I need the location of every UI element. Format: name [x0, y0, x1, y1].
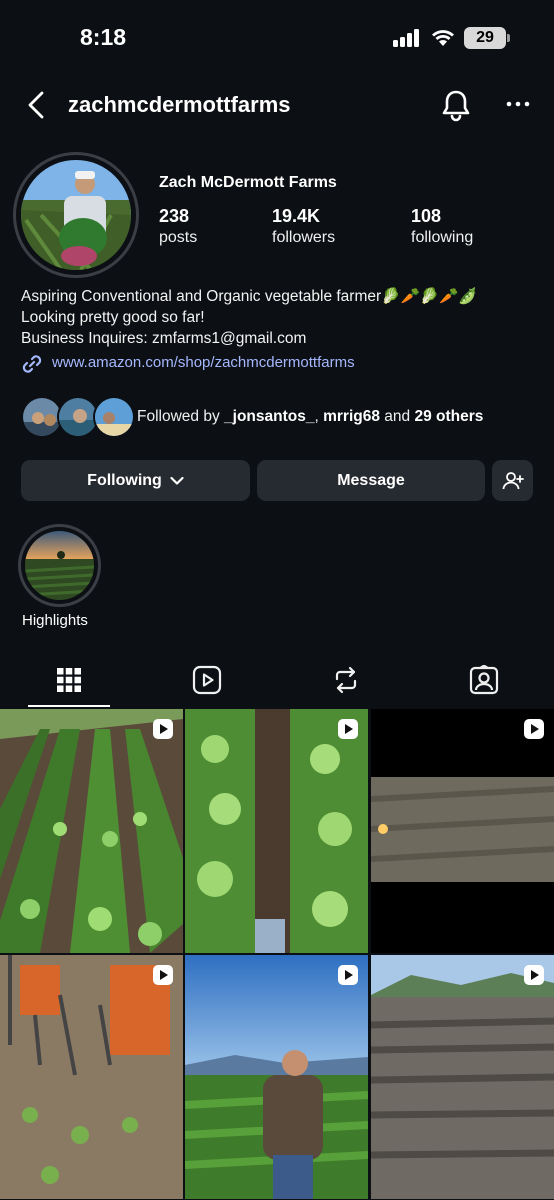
followed-by-row[interactable]: Followed by _jonsantos_, mrrig68 and 29 …	[21, 396, 541, 438]
followers-stat[interactable]: 19.4K followers	[272, 206, 335, 247]
wifi-icon	[432, 30, 454, 46]
tab-reposts[interactable]	[277, 652, 415, 708]
profile-link-text[interactable]: www.amazon.com/shop/zachmcdermottfarms	[52, 354, 355, 371]
reel-badge-icon	[153, 965, 173, 985]
active-tab-indicator	[28, 705, 110, 707]
follower-username[interactable]: mrrig68	[323, 408, 380, 425]
highlight-label: Highlights	[22, 612, 88, 629]
following-label: following	[411, 229, 474, 246]
grid-icon	[57, 668, 81, 692]
followed-by-conjunction: and	[379, 408, 415, 425]
followed-by-separator: ,	[314, 408, 324, 425]
reel-badge-icon	[524, 965, 544, 985]
message-button[interactable]: Message	[257, 460, 485, 501]
post-thumbnail[interactable]	[371, 709, 554, 953]
battery-tip	[507, 34, 510, 42]
tagged-icon	[469, 665, 499, 695]
posts-count: 238	[159, 206, 190, 226]
post-thumbnail[interactable]	[185, 955, 368, 1199]
cellular-signal-icon	[393, 29, 423, 47]
post-thumbnail[interactable]	[0, 709, 183, 953]
following-button[interactable]: Following	[21, 460, 250, 501]
link-icon	[22, 355, 42, 373]
message-button-label: Message	[337, 471, 405, 489]
tab-posts[interactable]	[0, 652, 138, 708]
profile-username: zachmcdermottfarms	[68, 92, 291, 117]
profile-display-name: Zach McDermott Farms	[159, 174, 337, 191]
chevron-down-icon	[170, 476, 184, 485]
follower-avatar	[93, 396, 135, 438]
followers-count: 19.4K	[272, 206, 321, 226]
following-count: 108	[411, 206, 442, 226]
posts-stat[interactable]: 238 posts	[159, 206, 197, 247]
bio-line: Looking pretty good so far!	[21, 309, 205, 326]
tab-tagged[interactable]	[415, 652, 553, 708]
reel-badge-icon	[524, 719, 544, 739]
repost-icon	[335, 666, 357, 694]
suggested-users-button[interactable]	[492, 460, 533, 501]
post-thumbnail[interactable]	[0, 955, 183, 1199]
following-button-label: Following	[87, 471, 162, 489]
back-arrow-icon[interactable]	[22, 90, 52, 120]
reels-icon	[192, 665, 222, 695]
highlight-cover[interactable]	[25, 531, 94, 600]
profile-header: zachmcdermottfarms	[0, 80, 554, 130]
followed-by-text: Followed by _jonsantos_, mrrig68 and 29 …	[137, 408, 483, 426]
tab-reels[interactable]	[138, 652, 276, 708]
reel-badge-icon	[153, 719, 173, 739]
status-time: 8:18	[80, 24, 127, 50]
profile-avatar[interactable]	[21, 160, 131, 270]
profile-tabs	[0, 652, 554, 708]
posts-grid	[0, 709, 554, 1200]
follower-username[interactable]: _jonsantos_	[224, 408, 314, 425]
followed-by-others[interactable]: 29 others	[414, 408, 483, 425]
more-options-icon[interactable]	[503, 92, 533, 116]
followed-by-prefix: Followed by	[137, 408, 225, 425]
following-stat[interactable]: 108 following	[411, 206, 473, 247]
reel-badge-icon	[338, 965, 358, 985]
battery-indicator: 29	[464, 27, 506, 49]
bio-line: Aspiring Conventional and Organic vegeta…	[21, 288, 478, 305]
posts-label: posts	[159, 229, 198, 246]
status-bar: 8:18 29	[0, 0, 554, 76]
profile-bio: Aspiring Conventional and Organic vegeta…	[21, 286, 478, 349]
reel-badge-icon	[338, 719, 358, 739]
post-thumbnail[interactable]	[371, 955, 554, 1199]
followers-label: followers	[272, 229, 336, 246]
bio-line: Business Inquires: zmfarms1@gmail.com	[21, 330, 307, 347]
post-thumbnail[interactable]	[185, 709, 368, 953]
notification-bell-icon[interactable]	[440, 88, 472, 122]
add-user-icon	[502, 471, 524, 489]
